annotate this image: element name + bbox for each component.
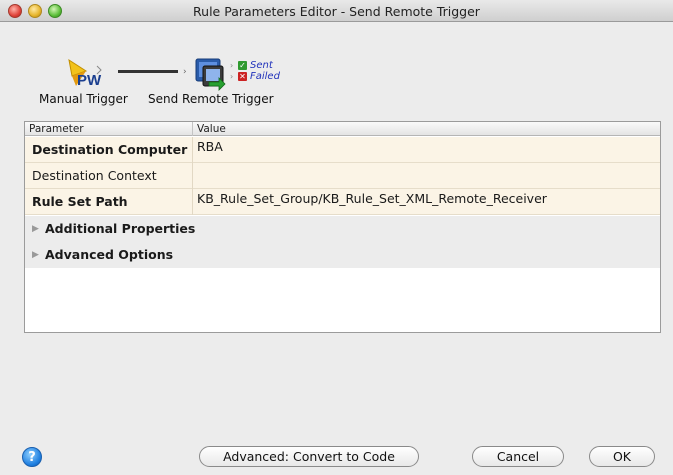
group-label: Additional Properties	[45, 221, 196, 236]
remote-computer-icon[interactable]	[192, 54, 232, 94]
param-name: Destination Context	[25, 163, 193, 189]
pw-trigger-icon[interactable]: PW	[66, 56, 104, 92]
output-sent-label: Sent	[250, 60, 273, 71]
column-header-parameter[interactable]: Parameter	[25, 122, 193, 136]
param-name: Destination Computer	[25, 137, 193, 163]
title-bar: Rule Parameters Editor - Send Remote Tri…	[0, 0, 673, 22]
table-row-destination-context[interactable]: Destination Context	[25, 163, 660, 189]
output-sent[interactable]: › ✓ Sent	[230, 60, 280, 71]
check-icon: ✓	[238, 61, 247, 70]
workflow-diagram: PW Manual Trigger › Send Remote Trigger …	[0, 22, 673, 112]
disclosure-triangle-icon[interactable]: ▶	[32, 224, 39, 234]
error-x-icon: ✕	[238, 72, 247, 81]
cancel-button[interactable]: Cancel	[472, 446, 564, 467]
output-branches: › ✓ Sent › ✕ Failed	[230, 60, 280, 82]
ok-button[interactable]: OK	[589, 446, 655, 467]
output-failed-label: Failed	[250, 71, 280, 82]
table-row-destination-computer[interactable]: Destination Computer RBA	[25, 137, 660, 163]
flow-connector	[118, 70, 178, 73]
help-icon[interactable]: ?	[22, 447, 42, 467]
svg-text:PW: PW	[77, 72, 102, 89]
table-row-rule-set-path[interactable]: Rule Set Path KB_Rule_Set_Group/KB_Rule_…	[25, 189, 660, 215]
convert-to-code-button[interactable]: Advanced: Convert to Code	[199, 446, 419, 467]
param-value-rule-set-path[interactable]: KB_Rule_Set_Group/KB_Rule_Set_XML_Remote…	[193, 189, 660, 215]
param-name: Rule Set Path	[25, 189, 193, 215]
branch-chevron-icon: ›	[230, 72, 234, 81]
window-title: Rule Parameters Editor - Send Remote Tri…	[193, 4, 480, 19]
branch-chevron-icon: ›	[230, 61, 234, 70]
target-node-label: Send Remote Trigger	[148, 92, 274, 106]
group-advanced-options[interactable]: ▶ Advanced Options	[25, 242, 660, 268]
parameters-table: Parameter Value Destination Computer RBA…	[24, 121, 661, 333]
output-failed[interactable]: › ✕ Failed	[230, 71, 280, 82]
connector-arrow-icon: ›	[183, 67, 187, 77]
source-node-label: Manual Trigger	[39, 92, 128, 106]
rule-parameters-window: Rule Parameters Editor - Send Remote Tri…	[0, 0, 673, 475]
group-label: Advanced Options	[45, 247, 174, 262]
disclosure-triangle-icon[interactable]: ▶	[32, 250, 39, 260]
column-header-value[interactable]: Value	[193, 122, 648, 136]
table-header: Parameter Value	[25, 122, 660, 136]
group-additional-properties[interactable]: ▶ Additional Properties	[25, 216, 660, 242]
param-value-destination-context[interactable]	[193, 163, 660, 189]
param-value-destination-computer[interactable]: RBA	[193, 137, 660, 163]
